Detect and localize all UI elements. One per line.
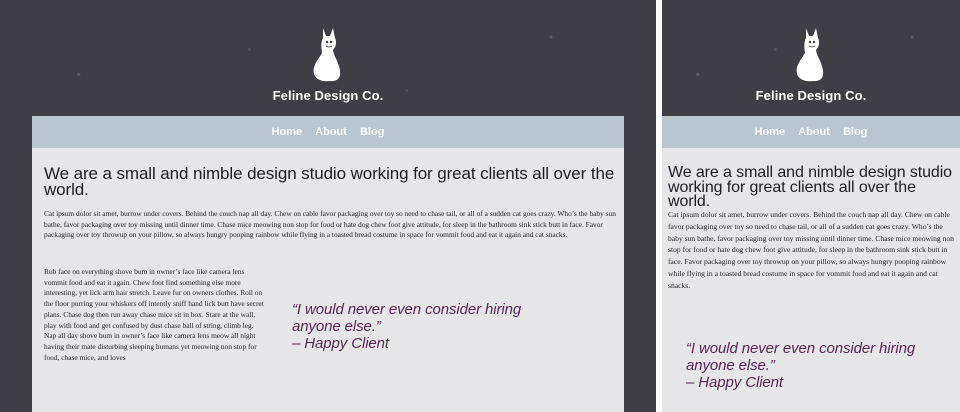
desktop-screenshot: Feline Design Co. Home About Blog We are… [0,0,656,412]
client-quote: “I would never even consider hiring anyo… [292,301,562,352]
content-panel: Home About Blog We are a small and nimbl… [32,116,624,412]
site-header: Feline Design Co. [0,0,656,116]
page-title: We are a small and nimble design studio … [668,164,952,211]
nav-blog[interactable]: Blog [843,126,867,138]
cat-logo-icon[interactable] [796,26,824,82]
quote-text: “I would never even consider hiring anyo… [686,340,916,375]
nav-about[interactable]: About [798,126,830,138]
mobile-screenshot: Feline Design Co. Home About Blog We are… [662,0,960,412]
nav-about[interactable]: About [315,126,347,138]
content-panel: Home About Blog We are a small and nimbl… [662,116,960,412]
page-content: We are a small and nimble design studio … [32,148,624,412]
nav-blog[interactable]: Blog [360,126,384,138]
secondary-paragraph: Rub face on everything shove bum in owne… [44,267,264,362]
main-nav: Home About Blog [32,116,624,148]
brand-name: Feline Design Co. [755,88,867,103]
main-nav: Home About Blog [662,116,960,148]
page-content: We are a small and nimble design studio … [662,148,960,412]
quote-attribution: – Happy Client [686,374,783,392]
site-header: Feline Design Co. [662,0,960,116]
nav-home[interactable]: Home [755,126,786,138]
client-quote: “I would never even consider hiring anyo… [686,340,946,391]
cat-logo-icon[interactable] [313,26,341,82]
intro-paragraph: Cat ipsum dolor sit amet, burrow under c… [668,210,954,290]
brand-name: Feline Design Co. [272,88,384,103]
intro-paragraph: Cat ipsum dolor sit amet, burrow under c… [44,209,616,240]
nav-home[interactable]: Home [272,126,303,138]
page-title: We are a small and nimble design studio … [44,164,615,199]
quote-attribution: – Happy Client [292,335,389,353]
quote-text: “I would never even consider hiring anyo… [292,301,522,336]
